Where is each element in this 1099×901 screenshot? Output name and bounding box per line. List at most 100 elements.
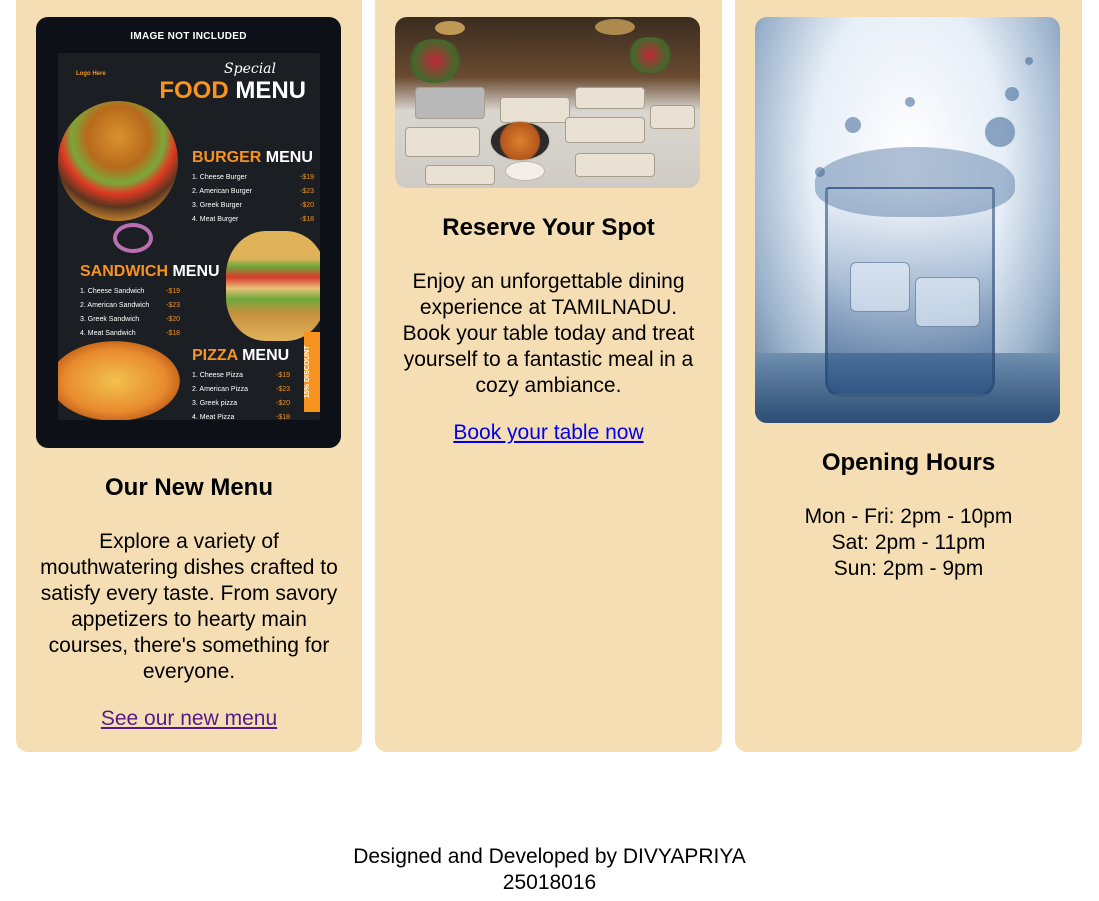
plate <box>505 161 545 181</box>
pizza-menu-title: PIZZA MENU <box>192 347 289 365</box>
item-price: -$18 <box>165 330 180 337</box>
poster-title: FOOD MENU <box>159 77 306 105</box>
item-price: -$18 <box>299 216 314 223</box>
menu-item: 4. Meat Burger -$18 <box>192 213 314 227</box>
menu-item: 3. Greek Sandwich -$20 <box>80 313 180 327</box>
item-name: 3. Greek Burger <box>192 202 242 209</box>
item-price: -$19 <box>299 174 314 181</box>
pizza-graphic <box>58 341 180 420</box>
pizza-title-word: PIZZA <box>192 347 238 364</box>
item-price: -$19 <box>165 288 180 295</box>
menu-poster-image: IMAGE NOT INCLUDED Logo Here Special FOO… <box>36 17 341 448</box>
pizza-title-menu: MENU <box>242 347 290 364</box>
buffet-tray <box>575 87 645 109</box>
item-price: -$19 <box>275 372 290 379</box>
buffet-tray <box>565 117 645 143</box>
menu-item: 3. Greek Burger -$20 <box>192 199 314 213</box>
card-description: Explore a variety of mouthwatering dishe… <box>40 530 338 683</box>
menu-card: IMAGE NOT INCLUDED Logo Here Special FOO… <box>16 0 362 752</box>
item-name: 4. Meat Pizza <box>192 414 235 420</box>
sandwich-menu-title: SANDWICH MENU <box>80 263 220 281</box>
item-price: -$23 <box>275 386 290 393</box>
pizza-items: 1. Cheese Pizza -$19 2. American Pizza -$2… <box>192 369 290 420</box>
hours-list: Mon - Fri: 2pm - 10pm Sat: 2pm - 11pm Su… <box>735 504 1082 582</box>
flowers <box>405 39 465 83</box>
item-price: -$20 <box>165 316 180 323</box>
item-name: 4. Meat Sandwich <box>80 330 136 337</box>
hours-sunday: Sun: 2pm - 9pm <box>833 557 984 580</box>
item-name: 1. Cheese Burger <box>192 174 247 181</box>
ice-cube <box>850 262 910 312</box>
water-drop <box>985 117 1015 147</box>
buffet-tray <box>575 153 655 177</box>
item-name: 4. Meat Burger <box>192 216 239 223</box>
burger-graphic <box>58 101 178 221</box>
poster-special: Special <box>224 61 276 77</box>
chafing-dish <box>415 87 485 119</box>
sandwich-title-word: SANDWICH <box>80 263 168 280</box>
cards-section: IMAGE NOT INCLUDED Logo Here Special FOO… <box>0 0 1099 752</box>
menu-item: 4. Meat Pizza -$18 <box>192 411 290 420</box>
menu-item: 4. Meat Sandwich -$18 <box>80 327 180 341</box>
item-name: 2. American Pizza <box>192 386 249 393</box>
poster-title-menu: MENU <box>235 77 306 104</box>
book-table-link[interactable]: Book your table now <box>375 421 722 445</box>
flowers <box>625 37 675 73</box>
buffet-tray <box>405 127 480 157</box>
menu-item: 1. Cheese Pizza -$19 <box>192 369 290 383</box>
poster-logo: Logo Here <box>76 71 106 77</box>
buffet-tray <box>500 97 570 123</box>
chandelier-light <box>595 19 635 35</box>
water-splash <box>815 147 1015 217</box>
poster-title-food: FOOD <box>159 77 229 104</box>
card-title: Our New Menu <box>104 474 273 501</box>
burger-title-word: BURGER <box>192 149 262 166</box>
hours-saturday: Sat: 2pm - 11pm <box>831 531 986 554</box>
item-price: -$23 <box>165 302 180 309</box>
reserve-card: Reserve Your Spot Enjoy an unforgettable… <box>375 0 722 752</box>
item-name: 3. Greek pizza <box>192 400 238 407</box>
card-title: Reserve Your Spot <box>442 214 655 241</box>
footer-id: 25018016 <box>502 871 597 894</box>
footer: Designed and Developed by DIVYAPRIYA 250… <box>0 844 1099 896</box>
item-name: 1. Cheese Sandwich <box>80 288 145 295</box>
sandwich-title-menu: MENU <box>172 263 220 280</box>
item-name: 1. Cheese Pizza <box>192 372 243 379</box>
menu-item: 2. American Pizza -$23 <box>192 383 290 397</box>
water-drop <box>1025 57 1033 65</box>
item-name: 2. American Sandwich <box>80 302 150 309</box>
card-description: Enjoy an unforgettable dining experience… <box>402 270 695 397</box>
poster-body: Logo Here Special FOOD MENU BURGER MENU … <box>58 53 320 420</box>
water-drop <box>1005 87 1019 101</box>
see-menu-link[interactable]: See our new menu <box>16 707 362 731</box>
burger-menu-title: BURGER MENU <box>192 149 313 167</box>
buffet-image <box>395 17 700 188</box>
ice-cube <box>915 277 980 327</box>
sandwich-items: 1. Cheese Sandwich -$19 2. American Sandw… <box>80 285 180 341</box>
curry-bowl <box>490 121 550 161</box>
chandelier-light <box>435 21 465 35</box>
water-glass-image <box>755 17 1060 423</box>
image-not-included-label: IMAGE NOT INCLUDED <box>130 31 247 42</box>
burger-title-menu: MENU <box>265 149 313 166</box>
footer-credit: Designed and Developed by DIVYAPRIYA <box>353 845 746 868</box>
menu-item: 3. Greek pizza -$20 <box>192 397 290 411</box>
menu-item: 2. American Sandwich -$23 <box>80 299 180 313</box>
item-name: 3. Greek Sandwich <box>80 316 140 323</box>
onion-ring <box>113 223 153 253</box>
card-title: Opening Hours <box>821 449 996 476</box>
sandwich-graphic <box>226 231 320 341</box>
menu-item: 2. American Burger -$23 <box>192 185 314 199</box>
hours-card: Opening Hours Mon - Fri: 2pm - 10pm Sat:… <box>735 0 1082 752</box>
item-price: -$18 <box>275 414 290 420</box>
menu-item: 1. Cheese Burger -$19 <box>192 171 314 185</box>
discount-badge: 15% DISCOUNT <box>304 332 320 412</box>
water-drop <box>815 167 825 177</box>
item-price: -$20 <box>299 202 314 209</box>
water-drop <box>905 97 915 107</box>
water-drop <box>845 117 861 133</box>
buffet-tray <box>425 165 495 185</box>
item-price: -$20 <box>275 400 290 407</box>
item-name: 2. American Burger <box>192 188 252 195</box>
hours-weekdays: Mon - Fri: 2pm - 10pm <box>804 505 1013 528</box>
